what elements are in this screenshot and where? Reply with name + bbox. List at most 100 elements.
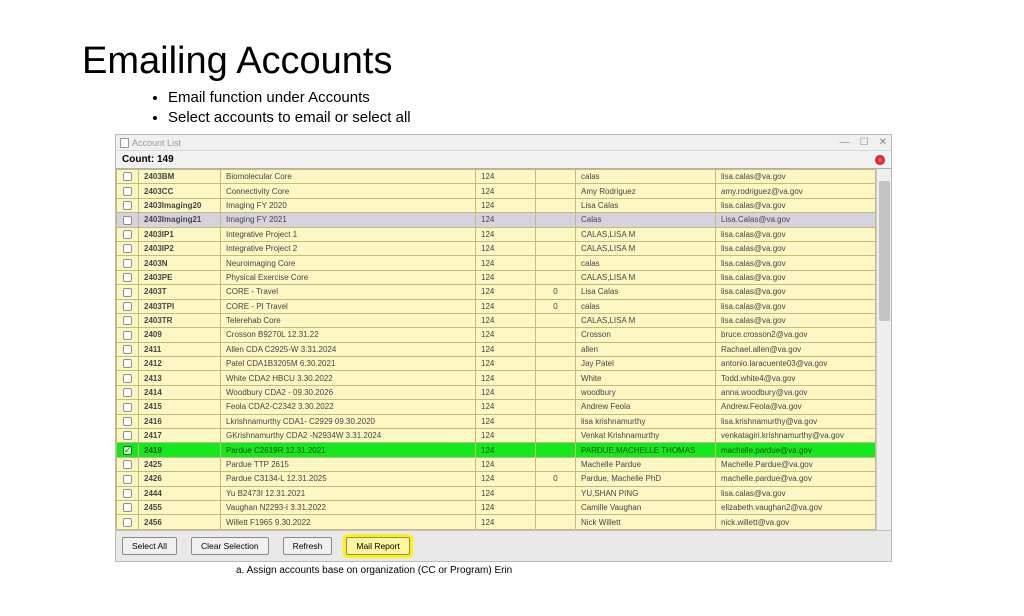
cell-sub	[536, 385, 576, 399]
row-checkbox[interactable]	[123, 216, 132, 225]
table-row[interactable]: 2403IP1Integrative Project 1124CALAS,LIS…	[117, 227, 876, 241]
cell-id: 2403TPI	[139, 299, 221, 313]
cell-num: 124	[476, 357, 536, 371]
row-checkbox[interactable]	[123, 230, 132, 239]
row-checkbox[interactable]	[123, 503, 132, 512]
cell-email: Rachael.allen@va.gov	[716, 342, 876, 356]
row-checkbox[interactable]	[123, 316, 132, 325]
footer-note: a. Assign accounts base on organization …	[236, 565, 1024, 576]
table-row[interactable]: 2403TCORE - Travel1240Lisa Calaslisa.cal…	[117, 285, 876, 299]
cell-sub	[536, 328, 576, 342]
cell-name: Telerehab Core	[221, 313, 476, 327]
row-checkbox[interactable]	[123, 244, 132, 253]
row-checkbox[interactable]	[123, 460, 132, 469]
table-row[interactable]: 2417GKrishnamurthy CDA2 -N2934W 3.31.202…	[117, 429, 876, 443]
cell-sub	[536, 443, 576, 457]
cell-sub	[536, 170, 576, 184]
table-row[interactable]: 2419Pardue C2619R 12.31.2021124PARDUE,MA…	[117, 443, 876, 457]
row-checkbox[interactable]	[123, 417, 132, 426]
cell-num: 124	[476, 429, 536, 443]
cell-id: 2403CC	[139, 184, 221, 198]
cell-name: Allen CDA C2925-W 3.31.2024	[221, 342, 476, 356]
table-row[interactable]: 2426Pardue C3134-L 12.31.20251240Pardue,…	[117, 472, 876, 486]
row-checkbox[interactable]	[123, 388, 132, 397]
select-all-button[interactable]: Select All	[122, 537, 177, 556]
table-row[interactable]: 2403IP2Integrative Project 2124CALAS,LIS…	[117, 241, 876, 255]
row-checkbox[interactable]	[123, 489, 132, 498]
row-checkbox[interactable]	[123, 345, 132, 354]
table-row[interactable]: 2412Patel CDA1B3205M 6.30.2021124Jay Pat…	[117, 357, 876, 371]
row-checkbox[interactable]	[123, 359, 132, 368]
table-row[interactable]: 2415Feola CDA2-C2342 3.30.2022124Andrew …	[117, 400, 876, 414]
table-row[interactable]: 2414Woodbury CDA2 - 09.30.2026124woodbur…	[117, 385, 876, 399]
cell-contact: YU,SHAN PING	[576, 486, 716, 500]
table-row[interactable]: 2403TRTelerehab Core124CALAS,LISA Mlisa.…	[117, 313, 876, 327]
cell-id: 2456	[139, 515, 221, 529]
row-checkbox[interactable]	[123, 288, 132, 297]
cell-email: amy.rodriguez@va.gov	[716, 184, 876, 198]
cell-email: lisa.calas@va.gov	[716, 227, 876, 241]
table-row[interactable]: 2425Pardue TTP 2615124Machelle PardueMac…	[117, 457, 876, 471]
clear-selection-button[interactable]: Clear Selection	[191, 537, 269, 556]
cell-contact: Crosson	[576, 328, 716, 342]
table-row[interactable]: 2403BMBiomolecular Core124calaslisa.cala…	[117, 170, 876, 184]
cell-name: Neuroimaging Core	[221, 256, 476, 270]
cell-email: lisa.calas@va.gov	[716, 285, 876, 299]
cell-name: Connectivity Core	[221, 184, 476, 198]
row-checkbox[interactable]	[123, 259, 132, 268]
cell-contact: Nick Willett	[576, 515, 716, 529]
table-row[interactable]: 2403CCConnectivity Core124Amy Rodrigueza…	[117, 184, 876, 198]
table-row[interactable]: 2455Vaughan N2293-I 3.31.2022124Camille …	[117, 500, 876, 514]
cell-id: 2403TR	[139, 313, 221, 327]
bullet-list: Email function under Accounts Select acc…	[168, 89, 1024, 126]
row-checkbox[interactable]	[123, 331, 132, 340]
table-row[interactable]: 2403TPICORE - PI Travel1240calaslisa.cal…	[117, 299, 876, 313]
cell-sub: 0	[536, 285, 576, 299]
table-row[interactable]: 2444Yu B2473I 12.31.2021124YU,SHAN PINGl…	[117, 486, 876, 500]
scroll-thumb[interactable]	[879, 181, 890, 321]
count-label: Count:	[122, 154, 154, 165]
table-row[interactable]: 2411Allen CDA C2925-W 3.31.2024124allenR…	[117, 342, 876, 356]
refresh-button[interactable]: Refresh	[283, 537, 333, 556]
cell-sub	[536, 313, 576, 327]
cell-name: Pardue C2619R 12.31.2021	[221, 443, 476, 457]
row-checkbox[interactable]	[123, 201, 132, 210]
table-row[interactable]: 2403NNeuroimaging Core124calaslisa.calas…	[117, 256, 876, 270]
table-row[interactable]: 2416Lkrishnamurthy CDA1- C2929 09.30.202…	[117, 414, 876, 428]
row-checkbox[interactable]	[123, 446, 132, 455]
row-checkbox[interactable]	[123, 187, 132, 196]
row-checkbox[interactable]	[123, 172, 132, 181]
close-icon[interactable]: ✕	[879, 137, 887, 148]
table-row[interactable]: 2456Willett F1965 9.30.2022124Nick Wille…	[117, 515, 876, 529]
cell-num: 124	[476, 328, 536, 342]
table-row[interactable]: 2409Crosson B9270L 12.31.22124Crossonbru…	[117, 328, 876, 342]
cell-name: Integrative Project 2	[221, 241, 476, 255]
cell-name: Imaging FY 2021	[221, 213, 476, 227]
row-checkbox[interactable]	[123, 403, 132, 412]
row-checkbox[interactable]	[123, 475, 132, 484]
cell-id: 2419	[139, 443, 221, 457]
cell-id: 2411	[139, 342, 221, 356]
vertical-scrollbar[interactable]	[876, 169, 891, 530]
cell-email: elizabeth.vaughan2@va.gov	[716, 500, 876, 514]
maximize-icon[interactable]: ☐	[860, 137, 869, 148]
cell-id: 2409	[139, 328, 221, 342]
cell-id: 2426	[139, 472, 221, 486]
row-checkbox[interactable]	[123, 374, 132, 383]
table-row[interactable]: 2413White CDA2 HBCU 3.30.2022124WhiteTod…	[117, 371, 876, 385]
minimize-icon[interactable]: —	[840, 137, 850, 148]
cell-id: 2444	[139, 486, 221, 500]
row-checkbox[interactable]	[123, 518, 132, 527]
mail-report-button[interactable]: Mail Report	[346, 537, 409, 556]
cell-name: Integrative Project 1	[221, 227, 476, 241]
cell-contact: Jay Patel	[576, 357, 716, 371]
table-row[interactable]: 2403PEPhysical Exercise Core124CALAS,LIS…	[117, 270, 876, 284]
cell-name: GKrishnamurthy CDA2 -N2934W 3.31.2024	[221, 429, 476, 443]
cell-num: 124	[476, 500, 536, 514]
row-checkbox[interactable]	[123, 273, 132, 282]
row-checkbox[interactable]	[123, 431, 132, 440]
row-checkbox[interactable]	[123, 302, 132, 311]
cell-id: 2412	[139, 357, 221, 371]
table-row[interactable]: 2403Imaging20Imaging FY 2020124Lisa Cala…	[117, 198, 876, 212]
table-row[interactable]: 2403Imaging21Imaging FY 2021124CalasLisa…	[117, 213, 876, 227]
